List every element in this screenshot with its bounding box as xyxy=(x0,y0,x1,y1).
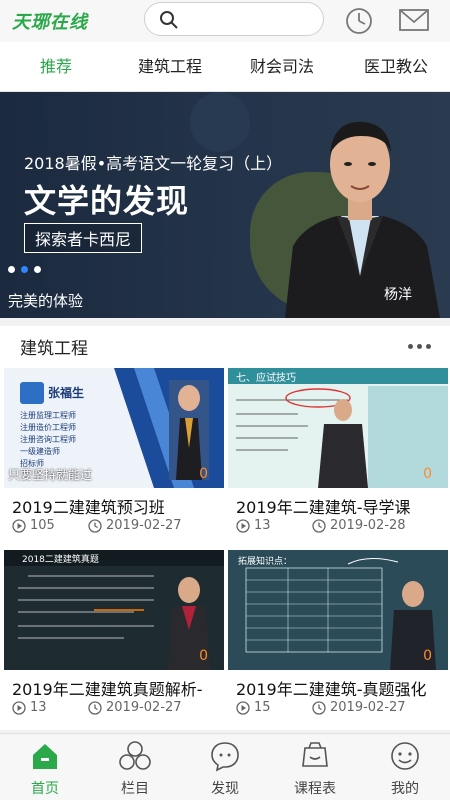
clock-icon xyxy=(88,700,102,715)
history-button[interactable] xyxy=(344,6,374,36)
play-icon xyxy=(236,518,250,533)
course-title: 2019年二建建筑-导学课 xyxy=(236,498,411,517)
clock-icon xyxy=(312,518,326,533)
bottom-navigation: 首页 栏目 发现 课程表 我的 xyxy=(0,733,450,800)
banner-decoration xyxy=(190,92,250,152)
section-header: 建筑工程 xyxy=(0,326,450,364)
badge-count: 0 xyxy=(199,466,208,482)
badge-count: 0 xyxy=(199,648,208,664)
course-card[interactable]: 拓展知识点： 0 2019年二建建筑-真题强化 15 2019-02-27 xyxy=(228,550,448,726)
carousel-dot[interactable] xyxy=(8,266,15,273)
nav-columns[interactable]: 栏目 xyxy=(90,734,180,800)
more-icon[interactable] xyxy=(408,344,431,349)
banner-subtitle: 2018暑假•高考语文一轮复习（上） xyxy=(24,154,283,173)
chat-bubble-icon xyxy=(211,742,239,772)
course-card[interactable]: 张福生 注册监理工程师 注册造价工程师 注册咨询工程师 一级建造师 招标师 只要… xyxy=(4,368,224,544)
search-input[interactable] xyxy=(144,2,324,36)
clock-icon xyxy=(346,8,372,34)
course-thumbnail: 拓展知识点： 0 xyxy=(228,550,448,670)
nav-discover[interactable]: 发现 xyxy=(180,734,270,800)
thumb-header: 2018二建建筑真题 xyxy=(22,555,99,565)
course-title: 2019年二建建筑真题解析- xyxy=(12,680,203,699)
course-thumbnail: 七、应试技巧 0 xyxy=(228,368,448,488)
schedule-icon xyxy=(302,742,328,767)
nav-schedule[interactable]: 课程表 xyxy=(270,734,360,800)
tab-construction[interactable]: 建筑工程 xyxy=(120,42,220,92)
thumb-overlay-text: 只要坚持就能过 xyxy=(8,468,93,482)
clock-icon xyxy=(88,518,102,533)
tab-medical-education[interactable]: 医卫教公 xyxy=(346,42,446,92)
course-title: 2019年二建建筑-真题强化 xyxy=(236,680,427,699)
mail-icon xyxy=(399,9,429,31)
course-thumbnail: 2018二建建筑真题 0 xyxy=(4,550,224,670)
profile-icon xyxy=(391,742,419,770)
play-icon xyxy=(236,700,250,715)
course-card[interactable]: 2018二建建筑真题 0 2019年二建建筑真题解析- 13 2019-02-2… xyxy=(4,550,224,726)
view-count: 13 xyxy=(236,518,271,533)
carousel-dot[interactable] xyxy=(34,266,41,273)
course-date: 2019-02-27 xyxy=(88,518,182,533)
banner-teacher-name: 杨洋 xyxy=(384,287,412,303)
top-bar: 天琊在线 xyxy=(0,0,450,42)
tab-finance-law[interactable]: 财会司法 xyxy=(232,42,332,92)
teacher-photo xyxy=(285,121,440,318)
clock-icon xyxy=(312,700,326,715)
play-icon xyxy=(12,518,26,533)
course-date: 2019-02-28 xyxy=(312,518,406,533)
thumb-header: 拓展知识点： xyxy=(238,557,293,567)
course-card[interactable]: 七、应试技巧 0 2019年二建建筑-导学课 13 2019-02-28 xyxy=(228,368,448,544)
carousel-indicator xyxy=(8,266,41,273)
thumb-credentials: 注册监理工程师 注册造价工程师 注册咨询工程师 一级建造师 招标师 xyxy=(20,411,76,468)
course-date: 2019-02-27 xyxy=(312,700,406,715)
category-tabs: 推荐 建筑工程 财会司法 医卫教公 xyxy=(0,42,450,92)
carousel-dot-active[interactable] xyxy=(21,266,28,273)
banner-tag: 探索者卡西尼 xyxy=(24,223,143,253)
section-title: 建筑工程 xyxy=(20,339,88,359)
tab-recommended[interactable]: 推荐 xyxy=(18,42,94,92)
course-date: 2019-02-27 xyxy=(88,700,182,715)
view-count: 15 xyxy=(236,700,271,715)
play-icon xyxy=(12,700,26,715)
home-icon xyxy=(33,744,57,769)
thumbnail-art xyxy=(228,368,448,488)
nav-profile[interactable]: 我的 xyxy=(360,734,450,800)
thumb-header: 七、应试技巧 xyxy=(236,373,296,384)
thumbnail-art xyxy=(4,550,224,670)
view-count: 105 xyxy=(12,518,55,533)
circles-icon xyxy=(119,741,151,770)
badge-count: 0 xyxy=(423,466,432,482)
view-count: 13 xyxy=(12,700,47,715)
thumb-teacher-name: 张福生 xyxy=(48,386,85,400)
thumbnail-art xyxy=(228,550,448,670)
message-button[interactable] xyxy=(398,6,430,36)
search-icon xyxy=(160,11,178,29)
app-logo: 天琊在线 xyxy=(12,12,88,33)
course-title: 2019二建建筑预习班 xyxy=(12,498,165,517)
banner-caption: 完美的体验 xyxy=(8,292,84,310)
badge-count: 0 xyxy=(423,648,432,664)
nav-home[interactable]: 首页 xyxy=(0,734,90,800)
course-grid: 张福生 注册监理工程师 注册造价工程师 注册咨询工程师 一级建造师 招标师 只要… xyxy=(0,364,450,730)
course-thumbnail: 张福生 注册监理工程师 注册造价工程师 注册咨询工程师 一级建造师 招标师 只要… xyxy=(4,368,224,488)
promo-banner[interactable]: 2018暑假•高考语文一轮复习（上） 文学的发现 探索者卡西尼 杨洋 完美的体验 xyxy=(0,92,450,318)
banner-title: 文学的发现 xyxy=(24,182,190,220)
